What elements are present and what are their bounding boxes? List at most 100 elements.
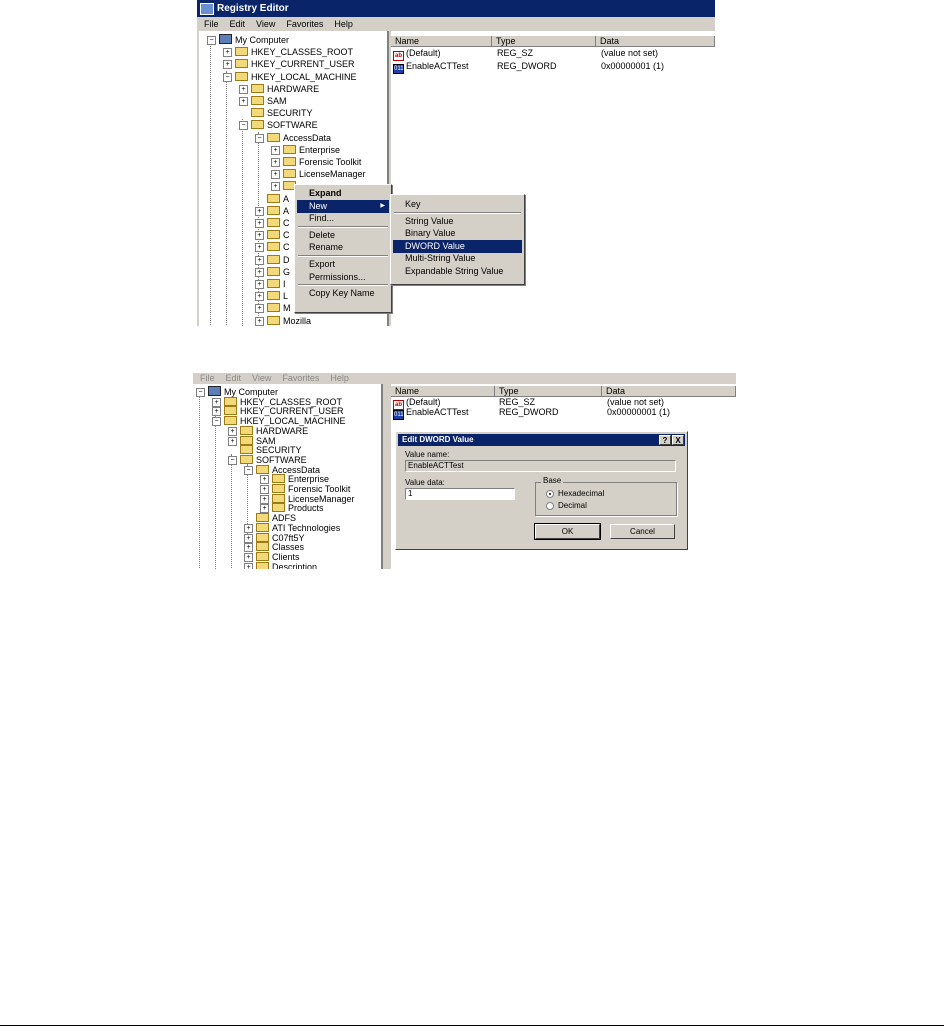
column-header-type[interactable]: Type	[492, 36, 596, 47]
expand-icon[interactable]: +	[223, 48, 232, 58]
tree-node[interactable]: A	[267, 205, 289, 217]
tree-node[interactable]: SECURITY	[251, 107, 313, 119]
menu-file[interactable]: File	[204, 19, 219, 29]
close-button[interactable]: X	[672, 435, 684, 445]
menu-edit[interactable]: Edit	[230, 19, 246, 29]
expand-icon[interactable]: +	[271, 170, 280, 180]
ok-button[interactable]: OK	[534, 523, 601, 540]
expand-icon[interactable]: +	[239, 97, 248, 106]
collapse-icon[interactable]: −	[212, 417, 221, 427]
menu-item-find[interactable]: Find...	[297, 212, 389, 225]
expand-icon[interactable]: +	[223, 60, 232, 70]
expand-icon[interactable]: +	[255, 267, 264, 277]
tree-node[interactable]: HKEY_CLASSES_ROOT	[235, 46, 353, 58]
expand-icon[interactable]: +	[239, 84, 248, 94]
expand-icon[interactable]: +	[255, 219, 264, 228]
column-header-name[interactable]: Name	[391, 36, 492, 47]
menu-item-dword-value[interactable]: DWORD Value	[393, 239, 522, 253]
collapse-icon[interactable]: −	[228, 455, 237, 465]
expand-icon[interactable]: +	[255, 280, 264, 289]
collapse-icon[interactable]: −	[255, 133, 264, 143]
menu-view[interactable]: View	[256, 19, 275, 29]
hexadecimal-radio[interactable]	[546, 490, 554, 498]
expand-icon[interactable]: +	[212, 397, 221, 407]
menu-item-multi-string-value[interactable]: Multi-String Value	[393, 252, 522, 265]
cancel-button[interactable]: Cancel	[610, 524, 675, 539]
collapse-icon[interactable]: −	[196, 388, 205, 397]
expand-icon[interactable]: +	[255, 206, 264, 216]
tree-node[interactable]: C	[267, 217, 290, 229]
value-row-name[interactable]: 011 EnableACTTest	[393, 60, 469, 74]
tree-node[interactable]: HKEY_CURRENT_USER	[235, 58, 355, 70]
tree-node[interactable]: Forensic Toolkit	[283, 156, 361, 168]
tree-node[interactable]: G	[267, 266, 290, 278]
expand-icon[interactable]: +	[244, 543, 253, 553]
expand-icon[interactable]: +	[255, 255, 264, 265]
menu-edit[interactable]: Edit	[226, 373, 242, 383]
column-header-data[interactable]: Data	[596, 36, 715, 47]
collapse-icon[interactable]: −	[239, 121, 248, 131]
hexadecimal-label[interactable]: Hexadecimal	[558, 489, 604, 498]
menu-view[interactable]: View	[252, 373, 271, 383]
expand-icon[interactable]: +	[244, 562, 253, 569]
tree-node[interactable]: C	[267, 229, 290, 241]
collapse-icon[interactable]: −	[207, 36, 216, 45]
tree-node[interactable]: HARDWARE	[251, 83, 319, 95]
tree-node[interactable]: LicenseManager	[283, 168, 366, 180]
expand-icon[interactable]: +	[255, 231, 264, 241]
expand-icon[interactable]: +	[260, 485, 269, 494]
tree-node[interactable]: L	[267, 290, 288, 302]
help-button[interactable]: ?	[659, 435, 671, 445]
menu-item-expandable-string-value[interactable]: Expandable String Value	[393, 265, 522, 278]
menu-item-binary-value[interactable]: Binary Value	[393, 227, 522, 240]
expand-icon[interactable]: +	[271, 182, 280, 192]
expand-icon[interactable]: +	[228, 436, 237, 446]
menu-item-export[interactable]: Export	[297, 258, 389, 271]
expand-icon[interactable]: +	[244, 533, 253, 543]
menu-item-string-value[interactable]: String Value	[393, 215, 522, 228]
tree-node[interactable]: D	[267, 254, 290, 266]
menu-favorites[interactable]: Favorites	[286, 19, 323, 29]
tree-node[interactable]: SOFTWARE	[251, 119, 318, 131]
menu-item-key[interactable]: Key	[393, 198, 522, 211]
expand-icon[interactable]: +	[255, 292, 264, 302]
tree-node[interactable]: Enterprise	[283, 144, 340, 156]
tree-node[interactable]: Description	[256, 561, 317, 569]
tree-node[interactable]: AccessData	[267, 132, 331, 144]
expand-icon[interactable]: +	[271, 145, 280, 155]
expand-icon[interactable]: +	[244, 552, 253, 562]
tree-node[interactable]: M	[267, 302, 291, 314]
tree-node[interactable]: A	[267, 193, 289, 205]
decimal-label[interactable]: Decimal	[558, 501, 587, 510]
value-row-name[interactable]: 011 EnableACTTest	[393, 406, 469, 420]
value-data-input[interactable]: 1	[405, 488, 515, 500]
expand-icon[interactable]: +	[255, 316, 264, 326]
tree-node[interactable]: SAM	[251, 95, 287, 107]
expand-icon[interactable]: +	[255, 243, 264, 253]
expand-icon[interactable]: +	[260, 494, 269, 504]
decimal-radio[interactable]	[546, 502, 554, 510]
menu-item-expand[interactable]: Expand	[297, 187, 389, 200]
collapse-icon[interactable]: −	[223, 72, 232, 82]
tree-node[interactable]: My Computer	[219, 34, 289, 46]
menu-favorites[interactable]: Favorites	[282, 373, 319, 383]
expand-icon[interactable]: +	[212, 407, 221, 417]
tree-node[interactable]: I	[267, 278, 286, 290]
menu-help[interactable]: Help	[334, 19, 353, 29]
collapse-icon[interactable]: −	[244, 465, 253, 475]
registry-tree[interactable]: − My Computer + HKEY_CLASSES_ROOT + HKEY_CURR…	[193, 384, 383, 569]
expand-icon[interactable]: +	[244, 523, 253, 533]
expand-icon[interactable]: +	[271, 158, 280, 167]
menu-help[interactable]: Help	[330, 373, 349, 383]
menu-file[interactable]: File	[200, 373, 215, 383]
value-row-name[interactable]: ab (Default)	[393, 47, 441, 61]
expand-icon[interactable]: +	[228, 426, 237, 436]
tree-node[interactable]: HKEY_LOCAL_MACHINE	[235, 71, 357, 83]
tree-node[interactable]: C	[267, 241, 290, 253]
menu-item-rename[interactable]: Rename	[297, 241, 389, 254]
tree-node[interactable]: Mozilla	[267, 315, 311, 326]
menu-item-delete[interactable]: Delete	[297, 229, 389, 242]
menu-item-permissions[interactable]: Permissions...	[297, 271, 389, 284]
menu-item-copy-key-name[interactable]: Copy Key Name	[297, 287, 389, 300]
expand-icon[interactable]: +	[255, 304, 264, 314]
